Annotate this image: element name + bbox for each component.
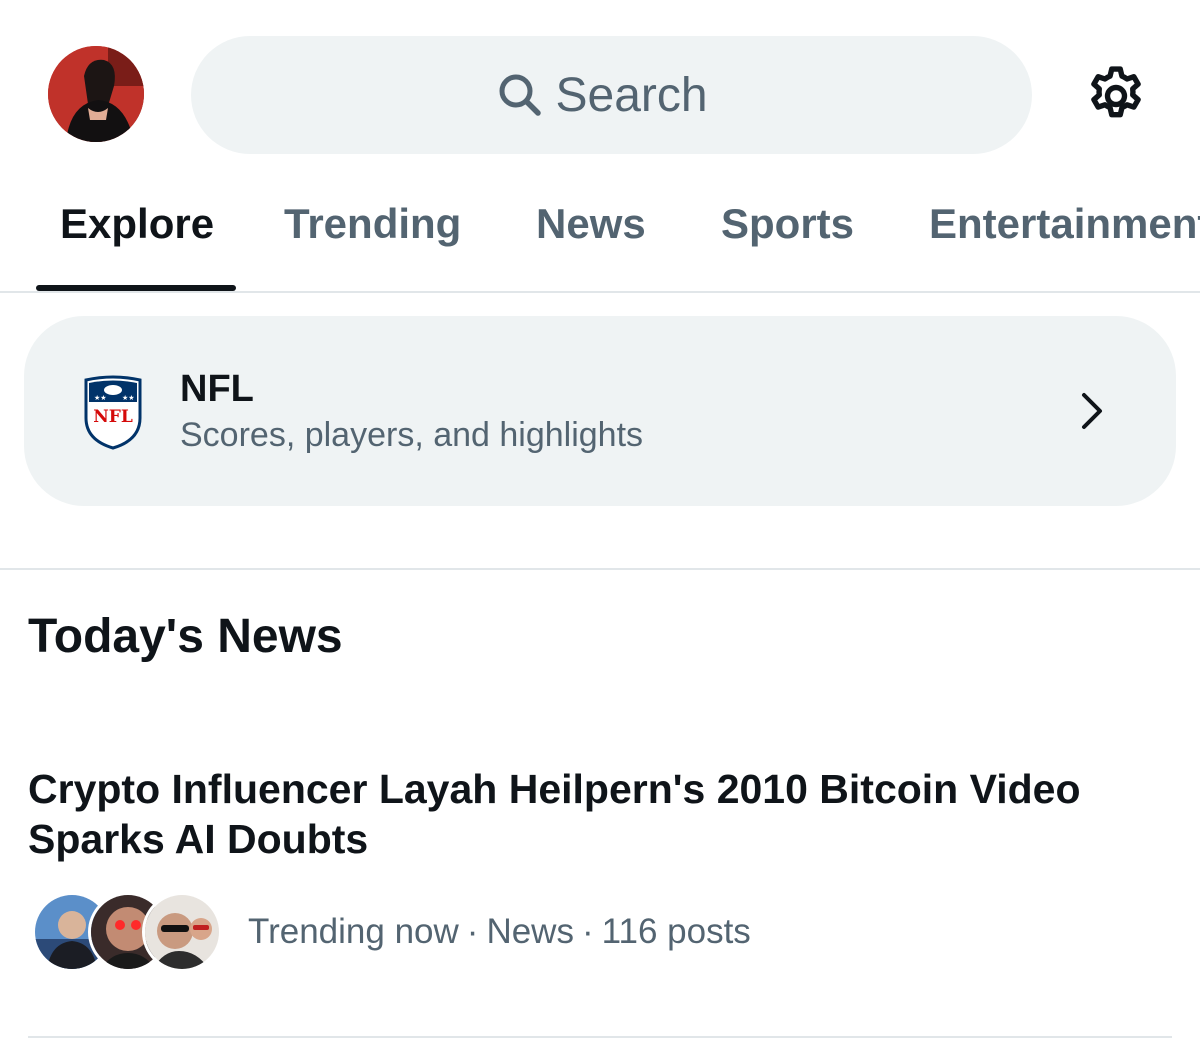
svg-text:★★: ★★ xyxy=(94,394,107,402)
news-headline[interactable]: Crypto Influencer Layah Heilpern's 2010 … xyxy=(28,764,1168,864)
tab-trending[interactable]: Trending xyxy=(284,200,461,248)
search-icon xyxy=(498,73,542,117)
nfl-shield-icon: ★★ ★★ NFL xyxy=(84,374,142,450)
nfl-card-title: NFL xyxy=(180,368,254,410)
tab-entertainment[interactable]: Entertainment xyxy=(929,200,1200,248)
nfl-card-subtitle: Scores, players, and highlights xyxy=(180,416,644,454)
todays-news-title: Today's News xyxy=(28,610,343,663)
news-item-divider xyxy=(28,1036,1172,1038)
meta-separator: · xyxy=(581,912,594,951)
meta-separator: · xyxy=(466,912,479,951)
settings-button[interactable] xyxy=(1082,62,1150,130)
news-status: Trending now xyxy=(248,912,459,951)
section-divider xyxy=(0,568,1200,570)
tab-explore[interactable]: Explore xyxy=(60,200,214,248)
search-bar[interactable] xyxy=(191,36,1032,154)
profile-avatar[interactable] xyxy=(48,46,144,142)
news-avatars xyxy=(32,892,222,974)
avatar xyxy=(142,892,222,972)
tab-sports[interactable]: Sports xyxy=(721,200,854,248)
news-category: News xyxy=(486,912,574,951)
gear-icon xyxy=(1082,62,1150,130)
nfl-card[interactable]: ★★ ★★ NFL NFL Scores, players, and highl… xyxy=(24,316,1176,506)
tab-news[interactable]: News xyxy=(536,200,646,248)
search-input[interactable] xyxy=(555,67,726,123)
news-post-count: 116 posts xyxy=(601,912,751,951)
explore-tabs: Explore Trending News Sports Entertainme… xyxy=(0,170,1200,292)
svg-text:★★: ★★ xyxy=(122,394,135,402)
svg-text:NFL: NFL xyxy=(93,407,133,427)
tabs-divider xyxy=(0,291,1200,293)
news-meta: Trending now · News · 116 posts xyxy=(248,912,751,952)
chevron-right-icon xyxy=(1076,390,1108,432)
